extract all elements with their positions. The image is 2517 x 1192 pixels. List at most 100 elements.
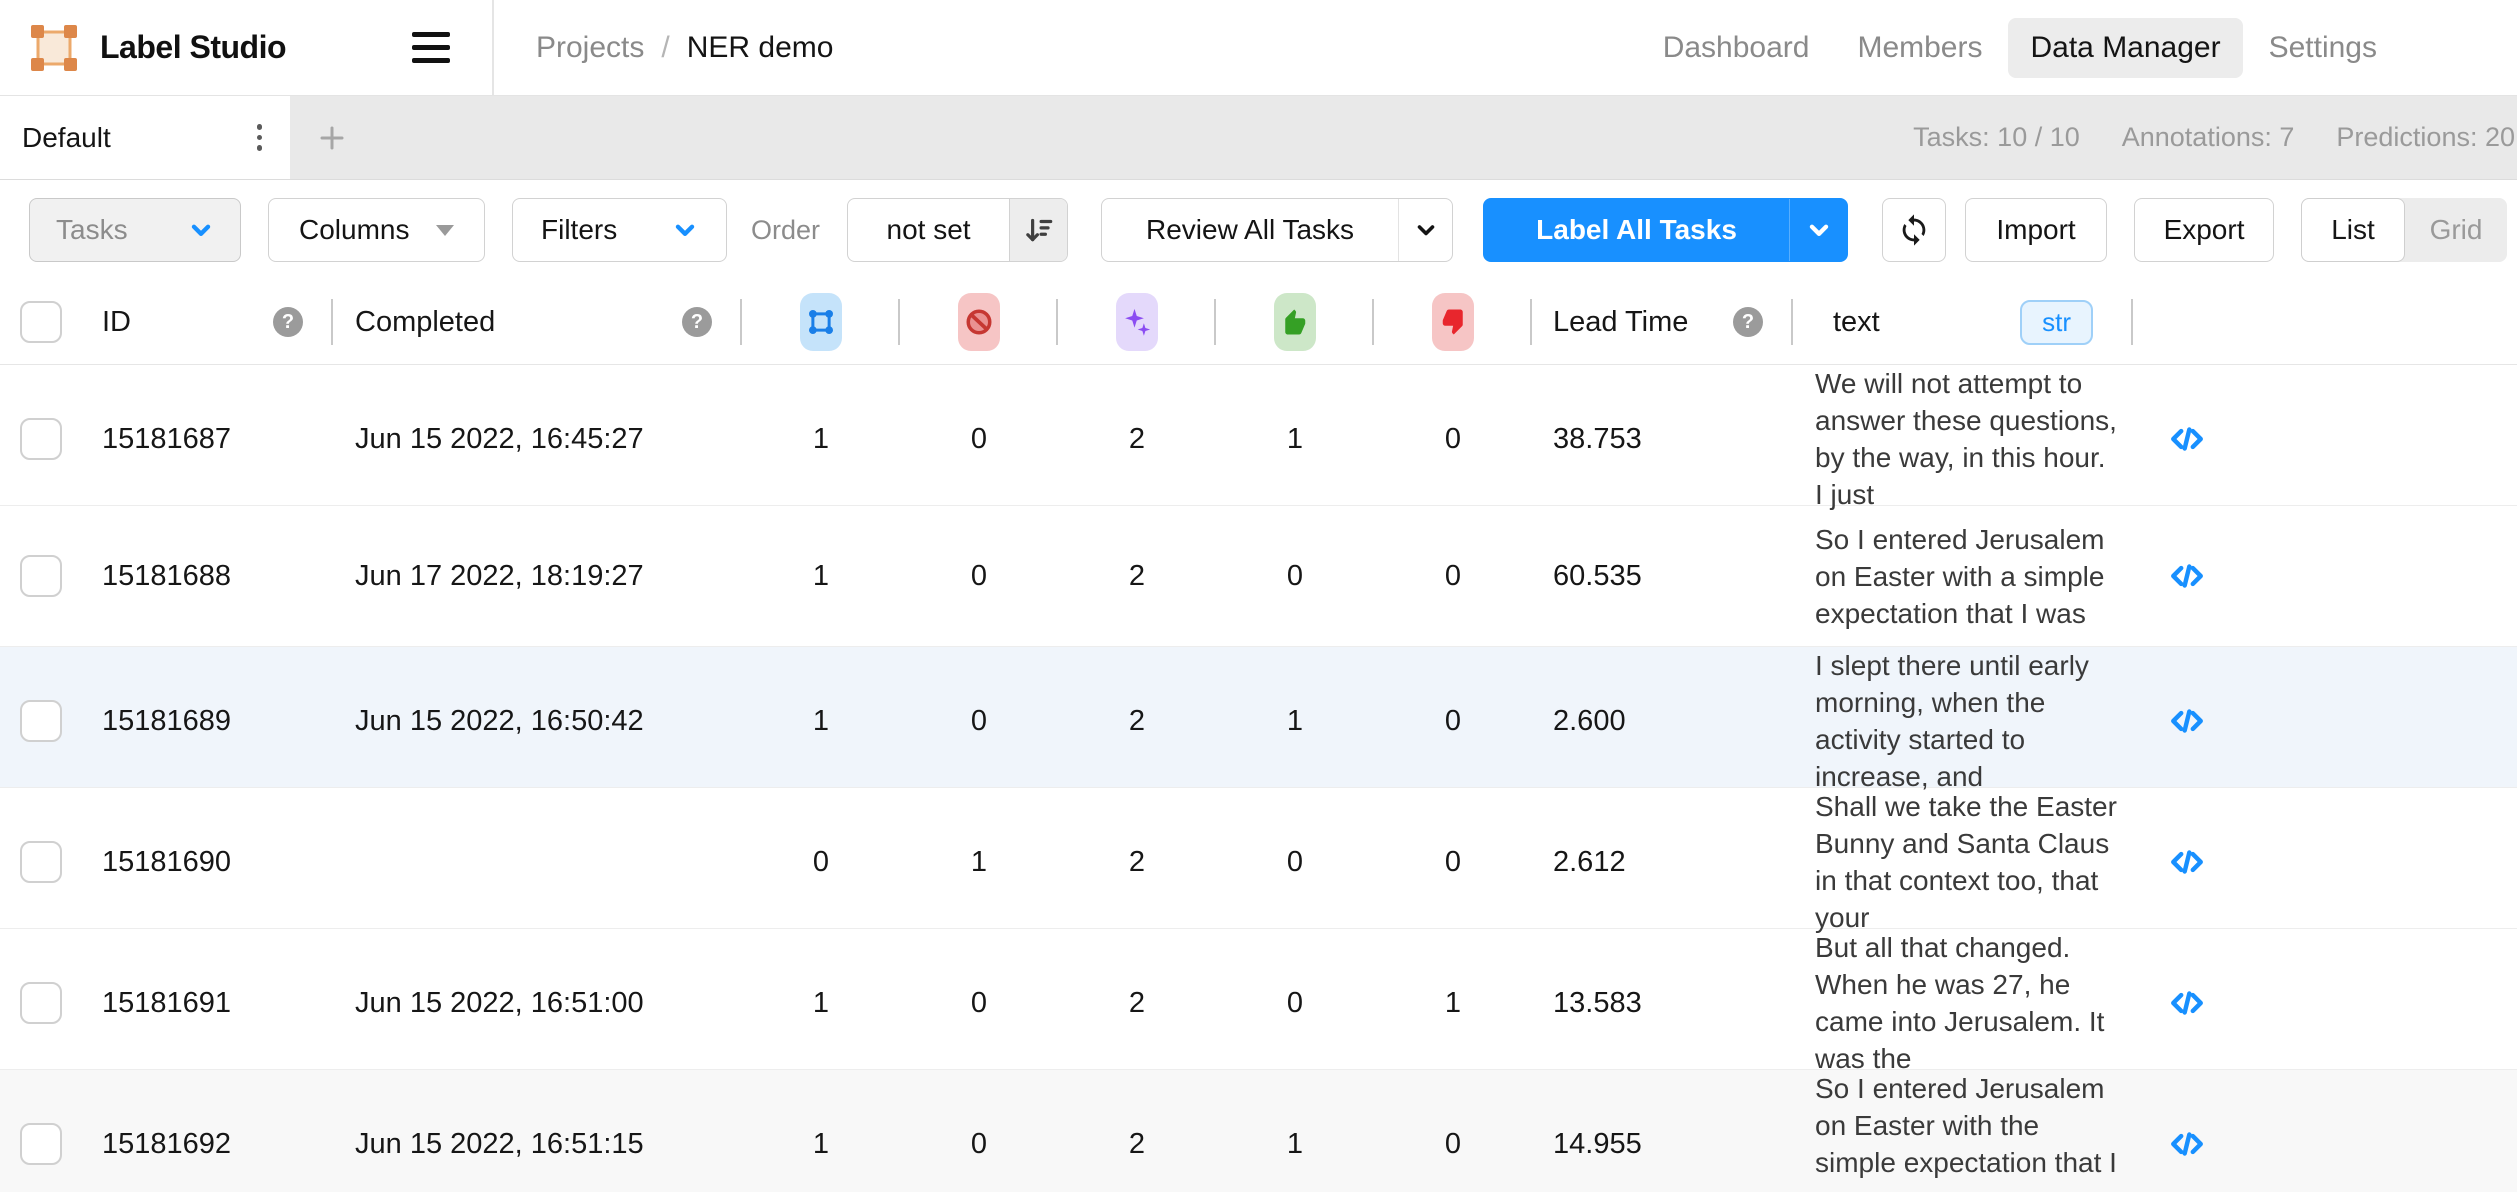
hamburger-menu-icon[interactable] bbox=[406, 26, 456, 69]
label-dropdown-toggle[interactable] bbox=[1789, 199, 1847, 261]
source-code-icon[interactable] bbox=[2168, 557, 2206, 595]
column-header-source bbox=[2133, 280, 2240, 364]
cancelled-annotations-icon bbox=[958, 293, 1000, 351]
row-checkbox[interactable] bbox=[20, 841, 62, 883]
tab-default-label: Default bbox=[22, 122, 251, 154]
help-icon[interactable]: ? bbox=[273, 307, 303, 337]
order-value: not set bbox=[848, 214, 1009, 246]
source-code-icon[interactable] bbox=[2168, 420, 2206, 458]
row-spacer bbox=[2240, 929, 2517, 1077]
select-all-checkbox[interactable] bbox=[20, 301, 62, 343]
review-dropdown-toggle[interactable] bbox=[1398, 199, 1452, 261]
chevron-down-icon bbox=[1414, 218, 1438, 242]
accepted-cell: 0 bbox=[1216, 506, 1374, 646]
row-checkbox[interactable] bbox=[20, 700, 62, 742]
source-code-icon[interactable] bbox=[2168, 843, 2206, 881]
label-studio-logo[interactable] bbox=[30, 24, 78, 72]
cancelled-cell: 0 bbox=[900, 647, 1058, 795]
filters-dropdown[interactable]: Filters bbox=[512, 198, 727, 262]
nav-data-manager[interactable]: Data Manager bbox=[2008, 18, 2242, 78]
list-view-toggle[interactable]: List bbox=[2301, 198, 2405, 262]
column-header-predictions[interactable] bbox=[1058, 280, 1216, 364]
predictions-cell: 2 bbox=[1058, 1070, 1216, 1192]
bounding-box-logo-icon bbox=[30, 24, 78, 72]
grid-view-toggle[interactable]: Grid bbox=[2405, 214, 2507, 246]
import-label: Import bbox=[1996, 214, 2075, 246]
column-header-id[interactable]: ID ? bbox=[88, 280, 333, 364]
import-button[interactable]: Import bbox=[1965, 198, 2107, 262]
row-checkbox[interactable] bbox=[20, 555, 62, 597]
lead-time-cell: 2.612 bbox=[1532, 788, 1793, 936]
export-label: Export bbox=[2164, 214, 2245, 246]
cancelled-cell: 0 bbox=[900, 1070, 1058, 1192]
column-label-text: text bbox=[1833, 306, 1880, 339]
tasks-table: ID ? Completed ? bbox=[0, 280, 2517, 1192]
cancelled-cell: 0 bbox=[900, 365, 1058, 513]
column-type-badge: str bbox=[2020, 300, 2093, 345]
task-text-cell: We will not attempt to answer these ques… bbox=[1793, 365, 2133, 513]
table-row[interactable]: 15181690 0 1 2 0 0 2.612 Shall we take t… bbox=[0, 788, 2517, 929]
export-button[interactable]: Export bbox=[2134, 198, 2274, 262]
accepted-cell: 0 bbox=[1216, 929, 1374, 1077]
task-id-cell: 15181692 bbox=[88, 1070, 333, 1192]
tasks-dropdown[interactable]: Tasks bbox=[29, 198, 241, 262]
source-code-icon[interactable] bbox=[2168, 702, 2206, 740]
refresh-button[interactable] bbox=[1882, 198, 1946, 262]
view-mode-toggle: List Grid bbox=[2301, 198, 2507, 262]
breadcrumb-separator: / bbox=[661, 31, 669, 65]
annotations-cell: 0 bbox=[742, 788, 900, 936]
table-row[interactable]: 15181691 Jun 15 2022, 16:51:00 1 0 2 0 1… bbox=[0, 929, 2517, 1070]
column-header-cancelled[interactable] bbox=[900, 280, 1058, 364]
column-header-accepted[interactable] bbox=[1216, 280, 1374, 364]
row-spacer bbox=[2240, 647, 2517, 795]
task-id-cell: 15181689 bbox=[88, 647, 333, 795]
review-all-tasks-button[interactable]: Review All Tasks bbox=[1101, 198, 1453, 262]
source-code-icon[interactable] bbox=[2168, 1125, 2206, 1163]
column-header-text[interactable]: text str bbox=[1793, 280, 2133, 364]
triangle-down-icon bbox=[436, 225, 454, 236]
view-tab-bar: Default Tasks: 10 / 10 Annotations: 7 Pr… bbox=[0, 96, 2517, 180]
help-icon[interactable]: ? bbox=[682, 307, 712, 337]
row-checkbox[interactable] bbox=[20, 982, 62, 1024]
tab-default[interactable]: Default bbox=[0, 96, 290, 179]
column-label-completed: Completed bbox=[355, 306, 495, 339]
row-checkbox[interactable] bbox=[20, 1123, 62, 1165]
chevron-down-icon bbox=[188, 217, 214, 243]
project-stats: Tasks: 10 / 10 Annotations: 7 Prediction… bbox=[1913, 96, 2517, 179]
row-checkbox[interactable] bbox=[20, 418, 62, 460]
rejected-cell: 0 bbox=[1374, 788, 1532, 936]
breadcrumb-projects[interactable]: Projects bbox=[536, 31, 644, 65]
rejected-cell: 0 bbox=[1374, 647, 1532, 795]
table-row[interactable]: 15181689 Jun 15 2022, 16:50:42 1 0 2 1 0… bbox=[0, 647, 2517, 788]
label-all-tasks-button[interactable]: Label All Tasks bbox=[1483, 198, 1848, 262]
nav-settings[interactable]: Settings bbox=[2247, 18, 2399, 78]
plus-icon bbox=[316, 122, 348, 154]
nav-members[interactable]: Members bbox=[1835, 18, 2004, 78]
sort-direction-button[interactable] bbox=[1009, 199, 1067, 261]
chevron-down-icon bbox=[672, 217, 698, 243]
table-row[interactable]: 15181692 Jun 15 2022, 16:51:15 1 0 2 1 0… bbox=[0, 1070, 2517, 1192]
task-completed-cell: Jun 15 2022, 16:45:27 bbox=[333, 365, 742, 513]
column-header-lead-time[interactable]: Lead Time ? bbox=[1532, 280, 1793, 364]
columns-dropdown[interactable]: Columns bbox=[268, 198, 485, 262]
data-manager-toolbar: Tasks Columns Filters Order not set Revi… bbox=[0, 180, 2517, 280]
order-value-button[interactable]: not set bbox=[847, 198, 1068, 262]
filters-dropdown-label: Filters bbox=[541, 214, 617, 246]
add-tab-button[interactable] bbox=[304, 110, 360, 166]
column-header-annotations[interactable] bbox=[742, 280, 900, 364]
column-header-completed[interactable]: Completed ? bbox=[333, 280, 742, 364]
rejected-cell: 0 bbox=[1374, 365, 1532, 513]
task-text-cell: So I entered Jerusalem on Easter with th… bbox=[1793, 1070, 2133, 1192]
row-spacer bbox=[2240, 788, 2517, 936]
tab-options-kebab-icon[interactable] bbox=[251, 118, 269, 157]
help-icon[interactable]: ? bbox=[1733, 307, 1763, 337]
project-nav: Dashboard Members Data Manager Settings bbox=[1641, 18, 2517, 78]
breadcrumb: Projects / NER demo bbox=[536, 31, 833, 65]
table-row[interactable]: 15181687 Jun 15 2022, 16:45:27 1 0 2 1 0… bbox=[0, 365, 2517, 506]
refresh-icon bbox=[1897, 213, 1931, 247]
source-code-icon[interactable] bbox=[2168, 984, 2206, 1022]
order-label: Order bbox=[751, 215, 820, 246]
table-row[interactable]: 15181688 Jun 17 2022, 18:19:27 1 0 2 0 0… bbox=[0, 506, 2517, 647]
column-header-rejected[interactable] bbox=[1374, 280, 1532, 364]
nav-dashboard[interactable]: Dashboard bbox=[1641, 18, 1832, 78]
